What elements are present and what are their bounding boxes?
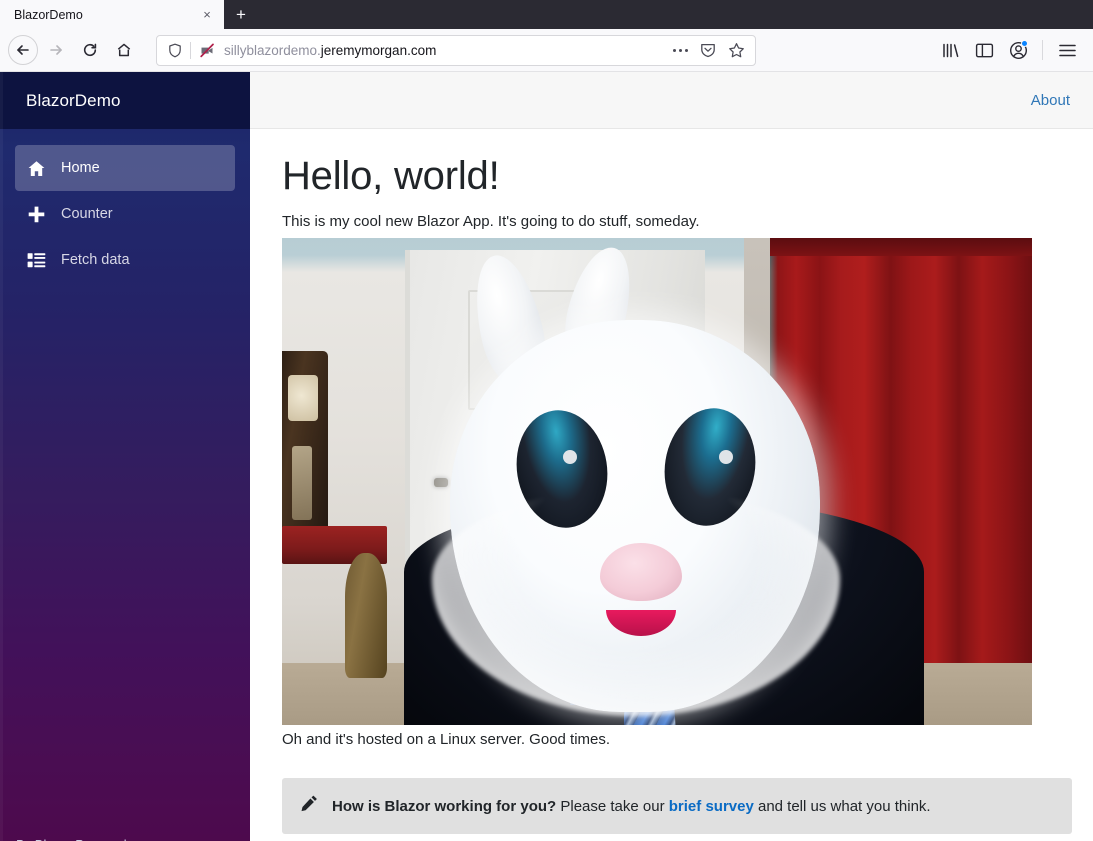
- account-icon[interactable]: [1002, 34, 1034, 66]
- survey-question: How is Blazor working for you?: [332, 797, 557, 815]
- sidebar-edge: [0, 72, 3, 841]
- lead-paragraph: This is my cool new Blazor App. It's goi…: [282, 213, 700, 230]
- home-button[interactable]: [108, 34, 140, 66]
- pencil-icon: [300, 794, 319, 818]
- sidebar-item-home[interactable]: Home: [15, 145, 235, 191]
- list-icon: [27, 252, 53, 269]
- survey-banner: How is Blazor working for you? Please ta…: [282, 778, 1072, 834]
- photo-door-knob: [434, 478, 448, 487]
- reload-icon: [83, 43, 97, 57]
- navigation-toolbar: sillyblazordemo.jeremymorgan.com: [0, 29, 1093, 72]
- sidebar-footer: By Blazor Powered: [0, 837, 250, 841]
- close-icon[interactable]: ×: [198, 6, 216, 24]
- home-icon: [27, 159, 53, 178]
- main-content: Hello, world! This is my cool new Blazor…: [250, 129, 1093, 841]
- sidebar-item-label: Home: [61, 160, 100, 176]
- reload-button[interactable]: [74, 34, 106, 66]
- browser-window: BlazorDemo × + sillyblazordemo.jeremymor…: [0, 0, 1093, 841]
- app-sidebar: BlazorDemo Home Counter Fetch data: [0, 72, 250, 841]
- url-domain: jeremymorgan.com: [320, 42, 437, 58]
- tab-strip: BlazorDemo × +: [0, 0, 1093, 29]
- sidebar-nav-list: Home Counter Fetch data: [0, 129, 250, 283]
- survey-before-link: Please take our: [556, 797, 669, 815]
- browser-tab[interactable]: BlazorDemo ×: [0, 0, 224, 29]
- page-viewport: BlazorDemo Home Counter Fetch data About…: [0, 72, 1093, 841]
- library-icon[interactable]: [934, 34, 966, 66]
- photo-wall-clock: [282, 351, 328, 541]
- bookmark-star-icon[interactable]: [723, 37, 749, 63]
- shield-icon[interactable]: [166, 42, 183, 59]
- bunny-mask-photo: [282, 238, 1032, 725]
- about-link[interactable]: About: [1031, 92, 1070, 109]
- sidebar-brand-bar[interactable]: BlazorDemo: [0, 72, 250, 129]
- survey-after-link: and tell us what you think.: [753, 797, 931, 815]
- address-bar[interactable]: sillyblazordemo.jeremymorgan.com: [156, 34, 756, 66]
- content-topbar: About: [250, 72, 1093, 129]
- new-tab-button[interactable]: +: [224, 0, 258, 29]
- camera-blocked-icon[interactable]: [199, 42, 216, 59]
- photo-bunny-nose: [600, 543, 682, 601]
- after-image-paragraph: Oh and it's hosted on a Linux server. Go…: [282, 731, 611, 748]
- account-notification-badge: [1021, 40, 1028, 47]
- url-text: sillyblazordemo.jeremymorgan.com: [224, 43, 667, 58]
- camera-blocked-glyph: [200, 43, 214, 57]
- sidebar-icon[interactable]: [968, 34, 1000, 66]
- forward-arrow-icon: [50, 45, 62, 55]
- app-content: About Hello, world! This is my cool new …: [250, 72, 1093, 841]
- tab-title: BlazorDemo: [14, 7, 83, 22]
- page-title: Hello, world!: [282, 154, 500, 198]
- photo-statue: [345, 553, 387, 678]
- sidebar-item-counter[interactable]: Counter: [15, 191, 235, 237]
- app-brand-title: BlazorDemo: [26, 90, 121, 110]
- browser-toolbar-right: [934, 34, 1085, 66]
- forward-button[interactable]: [40, 34, 72, 66]
- back-button[interactable]: [8, 35, 38, 65]
- back-arrow-icon: [17, 45, 29, 55]
- plus-icon: [27, 205, 53, 224]
- home-icon: [117, 43, 131, 57]
- toolbar-divider: [1042, 40, 1043, 60]
- hamburger-menu-icon[interactable]: [1051, 34, 1083, 66]
- photo-eye-glint-left: [563, 450, 577, 464]
- brief-survey-link[interactable]: brief survey: [669, 798, 754, 815]
- url-subdomain: sillyblazordemo.: [224, 42, 321, 58]
- sidebar-item-label: Fetch data: [61, 252, 130, 268]
- divider: [190, 41, 191, 59]
- survey-text: How is Blazor working for you? Please ta…: [332, 798, 931, 815]
- sidebar-item-fetch-data[interactable]: Fetch data: [15, 237, 235, 283]
- sidebar-item-label: Counter: [61, 206, 113, 222]
- photo-bunny-head: [450, 320, 820, 712]
- ellipsis-icon[interactable]: [667, 37, 693, 63]
- photo-eye-glint-right: [719, 450, 733, 464]
- pocket-icon[interactable]: [695, 37, 721, 63]
